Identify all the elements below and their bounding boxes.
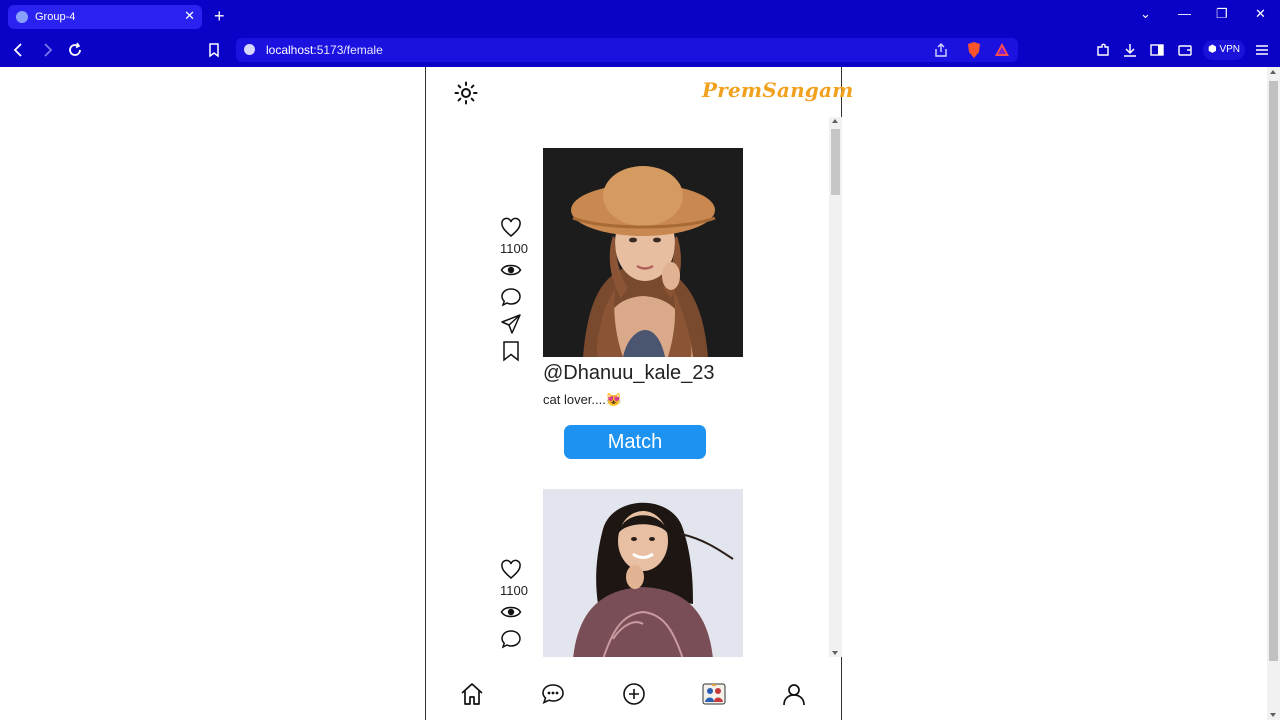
bottom-nav: [426, 667, 841, 720]
heart-icon[interactable]: [500, 217, 522, 239]
share-icon[interactable]: [932, 41, 950, 59]
scroll-thumb[interactable]: [831, 129, 840, 195]
minimize-button[interactable]: —: [1178, 6, 1191, 21]
comment-icon[interactable]: [500, 628, 522, 650]
url-text[interactable]: localhost:5173/female: [266, 43, 383, 57]
page-scroll-thumb[interactable]: [1269, 81, 1278, 661]
new-tab-button[interactable]: +: [214, 6, 225, 26]
globe-icon: [16, 11, 28, 23]
profile-photo[interactable]: [543, 148, 743, 357]
brave-shields-icon[interactable]: [965, 41, 983, 59]
app-frame: PremSangam 1100 @Dhanuu_kale_23 cat love…: [425, 67, 853, 720]
profile-photo[interactable]: [543, 489, 743, 657]
close-tab-icon[interactable]: ✕: [184, 9, 195, 23]
extensions-icon[interactable]: [1094, 41, 1112, 59]
eye-icon[interactable]: [500, 601, 522, 623]
vpn-label: VPN: [1219, 44, 1241, 55]
menu-icon[interactable]: [1253, 41, 1271, 59]
post-bio: cat lover....😻: [543, 392, 623, 407]
restore-button[interactable]: ❐: [1216, 6, 1228, 22]
close-window-button[interactable]: ✕: [1255, 6, 1266, 22]
chat-icon[interactable]: [540, 681, 566, 707]
likes-count: 1100: [500, 241, 528, 256]
heart-icon[interactable]: [500, 559, 522, 581]
browser-toolbar: localhost:5173/female ⬢ VPN: [0, 33, 1280, 67]
matches-icon[interactable]: [701, 681, 727, 707]
brave-rewards-icon[interactable]: [993, 41, 1011, 59]
vpn-shield-icon: ⬢: [1207, 44, 1220, 55]
scroll-up-arrow-icon[interactable]: [832, 119, 838, 123]
address-bar[interactable]: localhost:5173/female: [236, 38, 1018, 62]
feed-scrollbar[interactable]: [829, 117, 842, 657]
vpn-button[interactable]: ⬢ VPN: [1203, 40, 1245, 60]
eye-icon[interactable]: [500, 259, 522, 281]
match-button[interactable]: Match: [564, 425, 706, 459]
site-info-icon[interactable]: [244, 44, 255, 55]
forward-icon[interactable]: [38, 41, 56, 59]
add-icon[interactable]: [621, 681, 647, 707]
send-icon[interactable]: [500, 313, 522, 335]
browser-titlebar: Group-4 ✕ + ⌄ — ❐ ✕: [0, 0, 1280, 33]
theme-toggle-sun-icon[interactable]: [454, 81, 478, 105]
brand-logo[interactable]: PremSangam: [702, 78, 854, 102]
download-icon[interactable]: [1121, 41, 1139, 59]
page-scroll-down-icon[interactable]: [1270, 713, 1276, 717]
likes-count: 1100: [500, 583, 528, 598]
sidebar-icon[interactable]: [1148, 41, 1166, 59]
page: PremSangam 1100 @Dhanuu_kale_23 cat love…: [0, 67, 1280, 720]
home-icon[interactable]: [459, 681, 485, 707]
reload-icon[interactable]: [66, 41, 84, 59]
profile-icon[interactable]: [781, 681, 807, 707]
wallet-icon[interactable]: [1176, 41, 1194, 59]
scroll-down-arrow-icon[interactable]: [832, 651, 838, 655]
tab-search-icon[interactable]: ⌄: [1140, 6, 1151, 22]
feed[interactable]: 1100 @Dhanuu_kale_23 cat lover....😻 Matc…: [426, 117, 828, 657]
tab-title: Group-4: [35, 11, 76, 23]
page-scrollbar[interactable]: [1267, 67, 1280, 720]
bookmark-icon[interactable]: [500, 340, 522, 362]
page-scroll-up-icon[interactable]: [1270, 70, 1276, 74]
bookmark-page-icon[interactable]: [205, 41, 223, 59]
browser-tab[interactable]: Group-4 ✕: [8, 5, 202, 29]
post-username[interactable]: @Dhanuu_kale_23: [543, 362, 715, 385]
comment-icon[interactable]: [500, 286, 522, 308]
back-icon[interactable]: [10, 41, 28, 59]
